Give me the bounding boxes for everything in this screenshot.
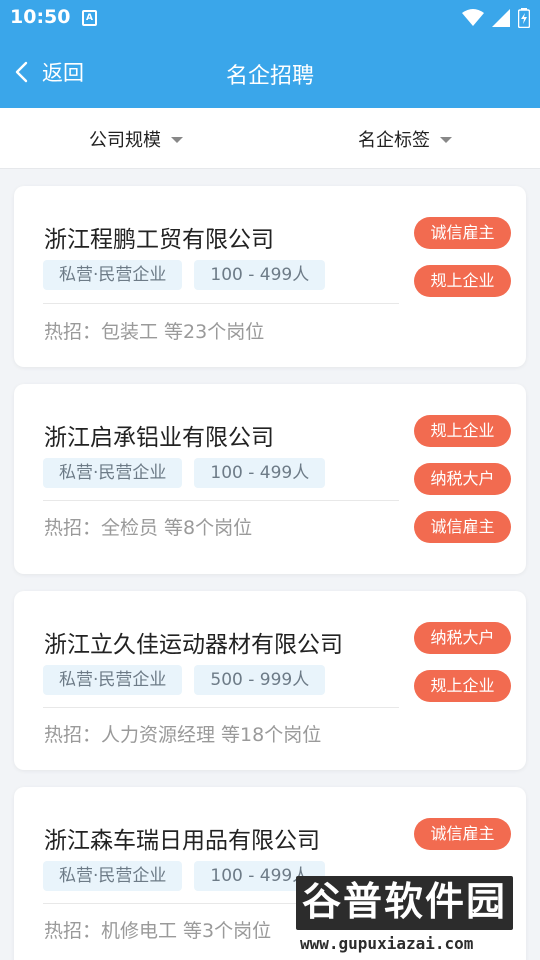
company-name: 浙江启承铝业有限公司 [44,425,274,451]
company-card[interactable]: 浙江森车瑞日用品有限公司 私营·民营企业 100 - 499人 热招：机修电工 … [14,787,526,960]
company-badge: 诚信雇主 [414,511,511,543]
app-bar: 返回 名企招聘 [0,36,540,108]
company-card[interactable]: 浙江程鹏工贸有限公司 私营·民营企业 100 - 499人 热招：包装工 等23… [14,186,526,367]
company-list: 浙江程鹏工贸有限公司 私营·民营企业 100 - 499人 热招：包装工 等23… [0,169,540,960]
company-type-chip: 私营·民营企业 [43,260,183,290]
status-bar: 10:50 A [0,0,540,36]
divider [43,707,399,708]
company-type-chip: 私营·民营企业 [43,458,183,488]
company-size-filter-label: 公司规模 [89,130,161,151]
company-badge: 诚信雇主 [414,217,511,249]
company-size-chip: 100 - 499人 [194,458,326,488]
hot-jobs: 热招：机修电工 等3个岗位 [44,920,272,942]
company-name: 浙江立久佳运动器材有限公司 [44,632,343,658]
caret-down-icon [440,137,452,143]
sim-card-icon: A [82,10,97,26]
company-badge: 纳税大户 [414,622,511,654]
battery-icon [518,8,530,28]
company-type-chip: 私营·民营企业 [43,665,183,695]
page-title: 名企招聘 [225,64,314,89]
company-badge: 规上企业 [414,670,511,702]
company-tag-filter[interactable]: 名企标签 [358,124,452,154]
filter-bar: 公司规模 名企标签 [0,108,540,169]
company-badges: 纳税大户 规上企业 [414,622,511,702]
company-size-filter[interactable]: 公司规模 [89,124,183,154]
divider [43,903,399,904]
company-badges: 诚信雇主 规上企业 [414,217,511,297]
company-type-chip: 私营·民营企业 [43,861,183,891]
company-size-chip: 100 - 499人 [194,861,326,891]
status-time: 10:50 [10,6,71,28]
company-name: 浙江程鹏工贸有限公司 [44,227,274,253]
company-size-chip: 100 - 499人 [194,260,326,290]
company-badge: 规上企业 [414,415,511,447]
company-tags: 私营·民营企业 500 - 999人 [43,665,326,695]
company-badges: 规上企业 纳税大户 诚信雇主 [414,415,511,543]
company-size-chip: 500 - 999人 [194,665,326,695]
company-badge: 纳税大户 [414,463,511,495]
company-tags: 私营·民营企业 100 - 499人 [43,260,326,290]
company-tag-filter-label: 名企标签 [358,130,430,151]
company-badge: 诚信雇主 [414,818,511,850]
divider [43,303,399,304]
hot-jobs: 热招：全检员 等8个岗位 [44,517,253,539]
company-card[interactable]: 浙江立久佳运动器材有限公司 私营·民营企业 500 - 999人 热招：人力资源… [14,591,526,770]
hot-jobs: 热招：人力资源经理 等18个岗位 [44,724,322,746]
company-card[interactable]: 浙江启承铝业有限公司 私营·民营企业 100 - 499人 热招：全检员 等8个… [14,384,526,574]
company-tags: 私营·民营企业 100 - 499人 [43,861,326,891]
divider [43,500,399,501]
hot-jobs: 热招：包装工 等23个岗位 [44,321,265,343]
company-badge: 规上企业 [414,265,511,297]
company-name: 浙江森车瑞日用品有限公司 [44,828,320,854]
caret-down-icon [171,137,183,143]
wifi-icon [462,9,484,26]
company-badges: 诚信雇主 [414,818,511,850]
signal-icon [492,9,510,27]
status-icons [462,7,530,29]
company-tags: 私营·民营企业 100 - 499人 [43,458,326,488]
